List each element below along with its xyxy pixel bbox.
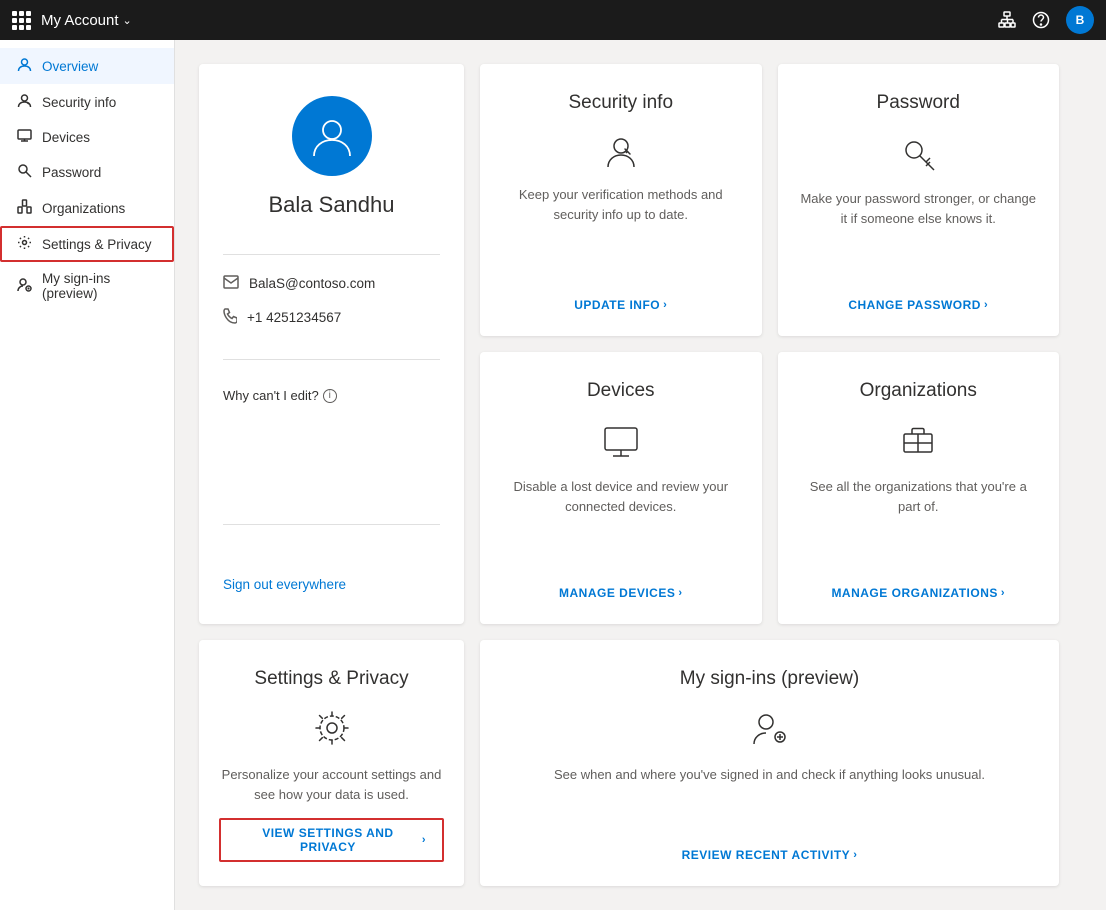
info-icon: i (323, 389, 337, 403)
profile-phone-field: +1 4251234567 (223, 308, 440, 327)
devices-card-icon (601, 420, 641, 465)
password-icon (16, 163, 32, 181)
cards-grid: Bala Sandhu BalaS@contoso.com (199, 64, 1059, 886)
chevron-down-icon: ⌄ (123, 14, 132, 27)
change-password-link[interactable]: CHANGE PASSWORD › (848, 298, 988, 312)
security-info-icon (16, 93, 32, 111)
security-info-card-icon (603, 132, 639, 173)
sidebar-item-settings-privacy[interactable]: Settings & Privacy (0, 226, 174, 262)
settings-privacy-title: Settings & Privacy (254, 668, 408, 690)
settings-icon (16, 235, 32, 253)
my-signins-icon (750, 708, 790, 753)
profile-avatar (292, 96, 372, 176)
security-info-description: Keep your verification methods and secur… (500, 185, 742, 284)
my-signins-title: My sign-ins (preview) (680, 668, 859, 690)
app-launcher-icon[interactable] (12, 11, 31, 30)
chevron-right-icon: › (1001, 587, 1005, 599)
settings-privacy-card: Settings & Privacy Personalize your acco… (199, 640, 464, 886)
app-title[interactable]: My Account ⌄ (41, 12, 132, 29)
sidebar-item-security-info[interactable]: Security info (0, 84, 174, 120)
password-description: Make your password stronger, or change i… (798, 189, 1040, 284)
review-activity-link[interactable]: REVIEW RECENT ACTIVITY › (682, 848, 858, 862)
devices-card: Devices Disable a lost device and review… (480, 352, 762, 624)
sidebar-item-organizations[interactable]: Organizations (0, 190, 174, 226)
profile-phone: +1 4251234567 (247, 310, 341, 325)
profile-name: Bala Sandhu (269, 192, 395, 218)
main-layout: Overview Security info Devices (0, 40, 1106, 910)
security-info-title: Security info (568, 92, 673, 114)
top-navigation: My Account ⌄ B (0, 0, 1106, 40)
sidebar-item-password[interactable]: Password (0, 154, 174, 190)
chevron-right-icon: › (678, 587, 682, 599)
profile-card: Bala Sandhu BalaS@contoso.com (199, 64, 464, 624)
chevron-right-icon: › (853, 849, 857, 861)
profile-email-field: BalaS@contoso.com (223, 275, 440, 292)
organizations-description: See all the organizations that you're a … (798, 477, 1040, 572)
organizations-card-title: Organizations (860, 380, 977, 402)
update-info-link[interactable]: UPDATE INFO › (574, 298, 667, 312)
devices-description: Disable a lost device and review your co… (500, 477, 742, 572)
chevron-right-icon: › (984, 299, 988, 311)
settings-privacy-description: Personalize your account settings and se… (219, 765, 444, 804)
help-icon[interactable] (1032, 11, 1050, 29)
main-content: Bala Sandhu BalaS@contoso.com (175, 40, 1106, 910)
devices-card-title: Devices (587, 380, 655, 402)
user-avatar[interactable]: B (1066, 6, 1094, 34)
organizations-card-icon (898, 420, 938, 465)
settings-privacy-icon (312, 708, 352, 753)
password-card: Password Make your password stronger, or… (778, 64, 1060, 336)
why-cant-edit[interactable]: Why can't I edit? i (223, 388, 337, 403)
chevron-right-icon: › (663, 299, 667, 311)
sign-out-link[interactable]: Sign out everywhere (223, 537, 346, 592)
overview-icon (16, 57, 32, 75)
sidebar-item-my-signins[interactable]: My sign-ins (preview) (0, 262, 174, 310)
password-card-title: Password (877, 92, 960, 114)
org-icon[interactable] (998, 11, 1016, 29)
sidebar-item-overview[interactable]: Overview (0, 48, 174, 84)
manage-devices-link[interactable]: MANAGE DEVICES › (559, 586, 683, 600)
organizations-icon (16, 199, 32, 217)
sidebar: Overview Security info Devices (0, 40, 175, 910)
organizations-card: Organizations See all the organizations … (778, 352, 1060, 624)
phone-icon (223, 308, 237, 327)
signins-icon (16, 277, 32, 295)
my-signins-description: See when and where you've signed in and … (554, 765, 985, 834)
chevron-right-icon: › (422, 834, 426, 846)
view-settings-button[interactable]: VIEW SETTINGS AND PRIVACY › (219, 818, 444, 862)
sidebar-item-devices[interactable]: Devices (0, 120, 174, 154)
security-info-card: Security info Keep your verification met… (480, 64, 762, 336)
profile-email: BalaS@contoso.com (249, 276, 375, 291)
password-card-icon (898, 132, 938, 177)
manage-organizations-link[interactable]: MANAGE ORGANIZATIONS › (831, 586, 1005, 600)
email-icon (223, 275, 239, 292)
devices-icon (16, 129, 32, 145)
my-signins-card: My sign-ins (preview) See when and where… (480, 640, 1059, 886)
